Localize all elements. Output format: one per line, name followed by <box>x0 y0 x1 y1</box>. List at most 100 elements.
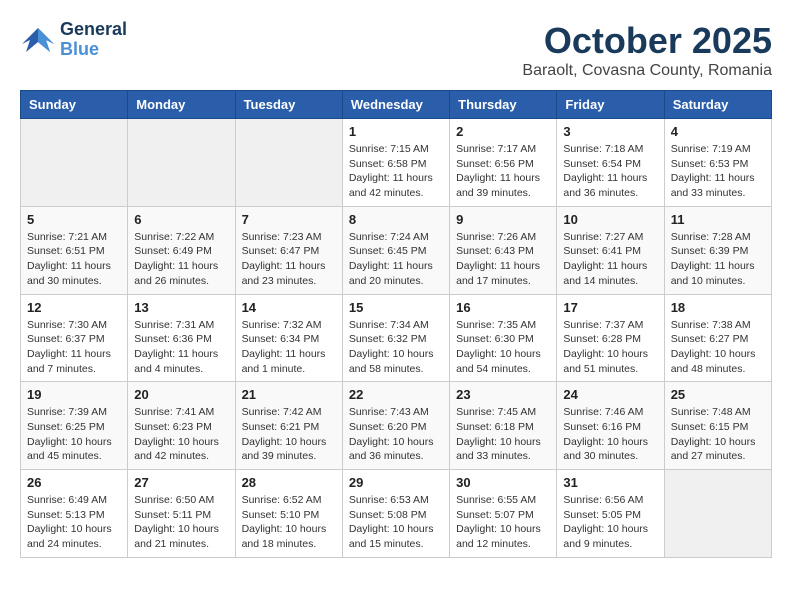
calendar-cell <box>21 119 128 207</box>
calendar-cell: 12 Sunrise: 7:30 AM Sunset: 6:37 PM Dayli… <box>21 294 128 382</box>
calendar-cell: 20 Sunrise: 7:41 AM Sunset: 6:23 PM Dayli… <box>128 382 235 470</box>
day-number: 2 <box>456 124 550 139</box>
day-number: 1 <box>349 124 443 139</box>
day-info: Sunrise: 7:30 AM Sunset: 6:37 PM Dayligh… <box>27 318 121 377</box>
calendar-cell: 15 Sunrise: 7:34 AM Sunset: 6:32 PM Dayli… <box>342 294 449 382</box>
calendar-cell <box>235 119 342 207</box>
calendar-week-4: 19 Sunrise: 7:39 AM Sunset: 6:25 PM Dayli… <box>21 382 772 470</box>
calendar-week-2: 5 Sunrise: 7:21 AM Sunset: 6:51 PM Daylig… <box>21 206 772 294</box>
day-number: 24 <box>563 387 657 402</box>
day-number: 13 <box>134 300 228 315</box>
weekday-header-monday: Monday <box>128 91 235 119</box>
day-number: 12 <box>27 300 121 315</box>
day-number: 9 <box>456 212 550 227</box>
day-info: Sunrise: 6:55 AM Sunset: 5:07 PM Dayligh… <box>456 493 550 552</box>
day-number: 23 <box>456 387 550 402</box>
day-info: Sunrise: 7:15 AM Sunset: 6:58 PM Dayligh… <box>349 142 443 201</box>
day-info: Sunrise: 7:34 AM Sunset: 6:32 PM Dayligh… <box>349 318 443 377</box>
calendar-cell: 17Sunrise: 7:37 AM Sunset: 6:28 PM Dayli… <box>557 294 664 382</box>
day-info: Sunrise: 7:27 AM Sunset: 6:41 PM Dayligh… <box>563 230 657 289</box>
day-number: 10 <box>563 212 657 227</box>
logo-icon <box>20 26 56 54</box>
day-number: 14 <box>242 300 336 315</box>
calendar-cell: 31 Sunrise: 6:56 AM Sunset: 5:05 PM Dayli… <box>557 470 664 558</box>
day-number: 16 <box>456 300 550 315</box>
calendar-cell: 5 Sunrise: 7:21 AM Sunset: 6:51 PM Daylig… <box>21 206 128 294</box>
calendar-cell: 13Sunrise: 7:31 AM Sunset: 6:36 PM Dayli… <box>128 294 235 382</box>
day-info: Sunrise: 7:39 AM Sunset: 6:25 PM Dayligh… <box>27 405 121 464</box>
day-number: 7 <box>242 212 336 227</box>
calendar-cell: 7 Sunrise: 7:23 AM Sunset: 6:47 PM Daylig… <box>235 206 342 294</box>
day-number: 29 <box>349 475 443 490</box>
weekday-header-wednesday: Wednesday <box>342 91 449 119</box>
calendar-cell: 4 Sunrise: 7:19 AM Sunset: 6:53 PM Daylig… <box>664 119 771 207</box>
day-number: 18 <box>671 300 765 315</box>
calendar-week-5: 26Sunrise: 6:49 AM Sunset: 5:13 PM Dayli… <box>21 470 772 558</box>
weekday-header-row: SundayMondayTuesdayWednesdayThursdayFrid… <box>21 91 772 119</box>
day-info: Sunrise: 7:17 AM Sunset: 6:56 PM Dayligh… <box>456 142 550 201</box>
calendar-cell: 6Sunrise: 7:22 AM Sunset: 6:49 PM Daylig… <box>128 206 235 294</box>
day-number: 19 <box>27 387 121 402</box>
day-info: Sunrise: 7:45 AM Sunset: 6:18 PM Dayligh… <box>456 405 550 464</box>
day-number: 30 <box>456 475 550 490</box>
logo-text-general: General <box>60 20 127 40</box>
day-number: 25 <box>671 387 765 402</box>
day-number: 6 <box>134 212 228 227</box>
day-info: Sunrise: 6:56 AM Sunset: 5:05 PM Dayligh… <box>563 493 657 552</box>
day-info: Sunrise: 7:35 AM Sunset: 6:30 PM Dayligh… <box>456 318 550 377</box>
day-info: Sunrise: 7:26 AM Sunset: 6:43 PM Dayligh… <box>456 230 550 289</box>
weekday-header-sunday: Sunday <box>21 91 128 119</box>
day-number: 22 <box>349 387 443 402</box>
day-info: Sunrise: 6:52 AM Sunset: 5:10 PM Dayligh… <box>242 493 336 552</box>
calendar-cell: 24 Sunrise: 7:46 AM Sunset: 6:16 PM Dayli… <box>557 382 664 470</box>
calendar-cell: 22 Sunrise: 7:43 AM Sunset: 6:20 PM Dayli… <box>342 382 449 470</box>
calendar-cell: 8 Sunrise: 7:24 AM Sunset: 6:45 PM Daylig… <box>342 206 449 294</box>
calendar-cell: 27 Sunrise: 6:50 AM Sunset: 5:11 PM Dayli… <box>128 470 235 558</box>
weekday-header-friday: Friday <box>557 91 664 119</box>
day-info: Sunrise: 7:21 AM Sunset: 6:51 PM Dayligh… <box>27 230 121 289</box>
calendar-week-3: 12 Sunrise: 7:30 AM Sunset: 6:37 PM Dayli… <box>21 294 772 382</box>
calendar-week-1: 1 Sunrise: 7:15 AM Sunset: 6:58 PM Daylig… <box>21 119 772 207</box>
calendar-cell: 26Sunrise: 6:49 AM Sunset: 5:13 PM Dayli… <box>21 470 128 558</box>
day-number: 20 <box>134 387 228 402</box>
day-info: Sunrise: 7:32 AM Sunset: 6:34 PM Dayligh… <box>242 318 336 377</box>
calendar-cell: 18Sunrise: 7:38 AM Sunset: 6:27 PM Dayli… <box>664 294 771 382</box>
calendar-cell: 29Sunrise: 6:53 AM Sunset: 5:08 PM Dayli… <box>342 470 449 558</box>
calendar-cell: 14 Sunrise: 7:32 AM Sunset: 6:34 PM Dayli… <box>235 294 342 382</box>
calendar-cell: 1 Sunrise: 7:15 AM Sunset: 6:58 PM Daylig… <box>342 119 449 207</box>
day-number: 15 <box>349 300 443 315</box>
day-number: 11 <box>671 212 765 227</box>
calendar-cell: 21 Sunrise: 7:42 AM Sunset: 6:21 PM Dayli… <box>235 382 342 470</box>
day-number: 28 <box>242 475 336 490</box>
day-number: 5 <box>27 212 121 227</box>
day-info: Sunrise: 7:42 AM Sunset: 6:21 PM Dayligh… <box>242 405 336 464</box>
page-header: General Blue October 2025 Baraolt, Covas… <box>20 20 772 80</box>
day-info: Sunrise: 7:41 AM Sunset: 6:23 PM Dayligh… <box>134 405 228 464</box>
day-info: Sunrise: 7:24 AM Sunset: 6:45 PM Dayligh… <box>349 230 443 289</box>
day-number: 26 <box>27 475 121 490</box>
calendar-cell: 23 Sunrise: 7:45 AM Sunset: 6:18 PM Dayli… <box>450 382 557 470</box>
day-number: 21 <box>242 387 336 402</box>
day-number: 4 <box>671 124 765 139</box>
calendar-cell <box>128 119 235 207</box>
calendar-table: SundayMondayTuesdayWednesdayThursdayFrid… <box>20 90 772 558</box>
logo-text-blue: Blue <box>60 40 127 60</box>
calendar-cell <box>664 470 771 558</box>
day-info: Sunrise: 7:19 AM Sunset: 6:53 PM Dayligh… <box>671 142 765 201</box>
calendar-cell: 16 Sunrise: 7:35 AM Sunset: 6:30 PM Dayli… <box>450 294 557 382</box>
calendar-cell: 19 Sunrise: 7:39 AM Sunset: 6:25 PM Dayli… <box>21 382 128 470</box>
logo: General Blue <box>20 20 127 60</box>
day-number: 27 <box>134 475 228 490</box>
weekday-header-saturday: Saturday <box>664 91 771 119</box>
day-number: 31 <box>563 475 657 490</box>
calendar-cell: 10 Sunrise: 7:27 AM Sunset: 6:41 PM Dayli… <box>557 206 664 294</box>
location-subtitle: Baraolt, Covasna County, Romania <box>522 62 772 80</box>
day-info: Sunrise: 7:23 AM Sunset: 6:47 PM Dayligh… <box>242 230 336 289</box>
weekday-header-tuesday: Tuesday <box>235 91 342 119</box>
day-info: Sunrise: 7:46 AM Sunset: 6:16 PM Dayligh… <box>563 405 657 464</box>
calendar-cell: 28 Sunrise: 6:52 AM Sunset: 5:10 PM Dayli… <box>235 470 342 558</box>
day-info: Sunrise: 6:50 AM Sunset: 5:11 PM Dayligh… <box>134 493 228 552</box>
title-block: October 2025 Baraolt, Covasna County, Ro… <box>522 20 772 80</box>
day-info: Sunrise: 7:43 AM Sunset: 6:20 PM Dayligh… <box>349 405 443 464</box>
day-number: 8 <box>349 212 443 227</box>
